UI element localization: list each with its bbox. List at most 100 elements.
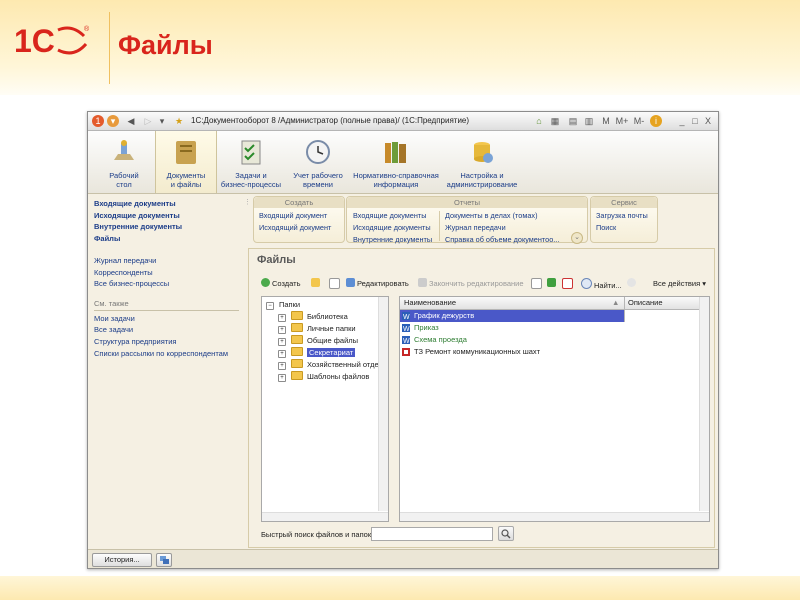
tree-vertical-scrollbar[interactable] bbox=[378, 297, 388, 511]
folder-icon bbox=[291, 371, 303, 380]
maximize-button[interactable]: □ bbox=[691, 115, 699, 127]
section-tasks[interactable]: Задачи и бизнес-процессы bbox=[218, 131, 284, 193]
pencil-button[interactable] bbox=[547, 278, 558, 290]
all-actions-button[interactable]: Все действия ▾ bbox=[653, 278, 706, 290]
section-reference[interactable]: Нормативно-справочная информация bbox=[351, 131, 441, 193]
table-row[interactable]: W Приказ bbox=[400, 322, 697, 334]
cancel-search-button[interactable] bbox=[627, 278, 638, 290]
folder-library[interactable]: + Библиотека bbox=[278, 311, 348, 322]
home-icon[interactable]: ⌂ bbox=[534, 115, 544, 127]
report-document-volume[interactable]: Справка об объеме документоо... bbox=[445, 234, 561, 246]
nav-outgoing-documents[interactable]: Исходящие документы bbox=[94, 210, 239, 222]
expand-icon[interactable]: + bbox=[278, 314, 286, 322]
forward-icon[interactable]: ▷ bbox=[143, 115, 153, 127]
desktop-icon bbox=[114, 140, 134, 160]
find-button[interactable]: Найти... bbox=[581, 278, 622, 290]
collapse-icon[interactable]: − bbox=[266, 302, 274, 310]
column-description-header[interactable]: Описание bbox=[628, 297, 663, 309]
nav-incoming-documents[interactable]: Входящие документы bbox=[94, 198, 239, 210]
file-name: График дежурств bbox=[414, 311, 475, 320]
folder-household[interactable]: + Хозяйственный отдел bbox=[278, 359, 383, 370]
quick-search-input[interactable] bbox=[371, 527, 493, 541]
table-row[interactable]: W Схема проезда bbox=[400, 334, 697, 346]
create-button[interactable]: Создать bbox=[261, 278, 301, 290]
tree-root[interactable]: − Папки bbox=[266, 299, 300, 310]
folder-shared[interactable]: + Общие файлы bbox=[278, 335, 358, 346]
report-documents-in-cases[interactable]: Документы в делах (томах) bbox=[445, 210, 538, 222]
column-name-header[interactable]: Наименование bbox=[404, 297, 456, 309]
nav-all-tasks[interactable]: Все задачи bbox=[94, 324, 239, 336]
minimize-button[interactable]: _ bbox=[678, 115, 686, 127]
section-time[interactable]: Учет рабочего времени bbox=[287, 131, 349, 193]
files-form-title: Файлы bbox=[257, 254, 296, 266]
tree-horizontal-scrollbar[interactable] bbox=[262, 512, 388, 521]
finish-edit-icon bbox=[418, 278, 427, 287]
folder-secretariat[interactable]: + Секретариат bbox=[278, 347, 356, 358]
delete-button[interactable] bbox=[562, 278, 575, 290]
folder-personal[interactable]: + Личные папки bbox=[278, 323, 356, 334]
actions-create-title: Создать bbox=[254, 197, 344, 208]
table-row[interactable]: ТЗ Ремонт коммуникационных шахт bbox=[400, 346, 697, 358]
table-vertical-scrollbar[interactable] bbox=[699, 297, 709, 511]
search-icon bbox=[581, 278, 592, 289]
nav-files[interactable]: Файлы bbox=[94, 233, 239, 245]
nav-mailing-lists[interactable]: Списки рассылки по корреспондентам bbox=[94, 348, 239, 360]
history-button[interactable]: История... bbox=[92, 553, 152, 567]
settings-icon bbox=[474, 142, 493, 163]
action-create-incoming[interactable]: Исходящий документ bbox=[259, 222, 331, 234]
action-create-outgoing[interactable]: Входящий документ bbox=[259, 210, 327, 222]
close-button[interactable]: X bbox=[704, 115, 712, 127]
sections-panel: Рабочий стол Документы и файлы Задачи и биз… bbox=[88, 131, 718, 194]
word-file-icon: W bbox=[402, 336, 410, 344]
section-documents[interactable]: Документы и файлы bbox=[155, 131, 217, 193]
clock-icon bbox=[306, 140, 330, 164]
report-outgoing[interactable]: Исходящие документы bbox=[353, 222, 431, 234]
create-folder-button[interactable] bbox=[311, 278, 322, 290]
memory-minus-button[interactable]: M- bbox=[632, 115, 646, 127]
nav-correspondents[interactable]: Корреспонденты bbox=[94, 267, 239, 279]
memory-m-button[interactable]: M bbox=[601, 115, 611, 127]
nav-all-business-processes[interactable]: Все бизнес-процессы bbox=[94, 278, 239, 290]
edit-button[interactable]: Редактировать bbox=[346, 278, 409, 290]
finish-edit-button[interactable]: Закончить редактирование bbox=[418, 278, 524, 290]
service-mail-load[interactable]: Загрузка почты bbox=[596, 210, 648, 222]
history-dropdown-icon[interactable]: ▾ bbox=[158, 115, 166, 127]
quick-search-button[interactable] bbox=[498, 526, 514, 541]
column-divider[interactable] bbox=[624, 297, 625, 309]
section-desktop[interactable]: Рабочий стол bbox=[94, 131, 154, 193]
service-search[interactable]: Поиск bbox=[596, 222, 616, 234]
back-icon[interactable]: ◀ bbox=[126, 115, 136, 127]
expand-icon[interactable]: + bbox=[278, 326, 286, 334]
clipboard-icon[interactable]: ▥ bbox=[584, 115, 594, 127]
info-icon[interactable]: i bbox=[650, 115, 662, 127]
nav-company-structure[interactable]: Структура предприятия bbox=[94, 336, 239, 348]
svg-text:®: ® bbox=[84, 25, 90, 33]
report-transfer-journal[interactable]: Журнал передачи bbox=[445, 222, 506, 234]
memory-plus-button[interactable]: M+ bbox=[615, 115, 629, 127]
window-list-button[interactable] bbox=[156, 553, 172, 567]
app-menu-icon[interactable]: 1 bbox=[92, 115, 104, 127]
copy-icon bbox=[329, 278, 340, 289]
expand-icon[interactable]: + bbox=[278, 362, 286, 370]
nav-transfer-journal[interactable]: Журнал передачи bbox=[94, 255, 239, 267]
table-horizontal-scrollbar[interactable] bbox=[400, 512, 709, 521]
expand-icon[interactable]: ⌄ bbox=[571, 232, 583, 244]
folder-templates[interactable]: + Шаблоны файлов bbox=[278, 371, 369, 382]
report-incoming[interactable]: Входящие документы bbox=[353, 210, 426, 222]
nav-my-tasks[interactable]: Мои задачи bbox=[94, 313, 239, 325]
search-icon bbox=[501, 529, 511, 539]
main-menu-icon[interactable]: ▾ bbox=[107, 115, 119, 127]
report-internal[interactable]: Внутренние документы bbox=[353, 234, 432, 246]
open-file-button[interactable] bbox=[531, 278, 544, 290]
windows-icon bbox=[160, 556, 169, 564]
favorites-star-icon[interactable]: ★ bbox=[174, 115, 184, 127]
copy-button[interactable] bbox=[329, 278, 342, 290]
expand-icon[interactable]: + bbox=[278, 338, 286, 346]
section-settings[interactable]: Настройка и администрирование bbox=[444, 131, 520, 193]
nav-internal-documents[interactable]: Внутренние документы bbox=[94, 221, 239, 233]
expand-icon[interactable]: + bbox=[278, 350, 286, 358]
expand-icon[interactable]: + bbox=[278, 374, 286, 382]
table-row[interactable]: W График дежурств bbox=[400, 310, 698, 322]
calculator-icon[interactable]: ▦ bbox=[550, 115, 560, 127]
calendar-icon[interactable]: ▤ bbox=[568, 115, 578, 127]
